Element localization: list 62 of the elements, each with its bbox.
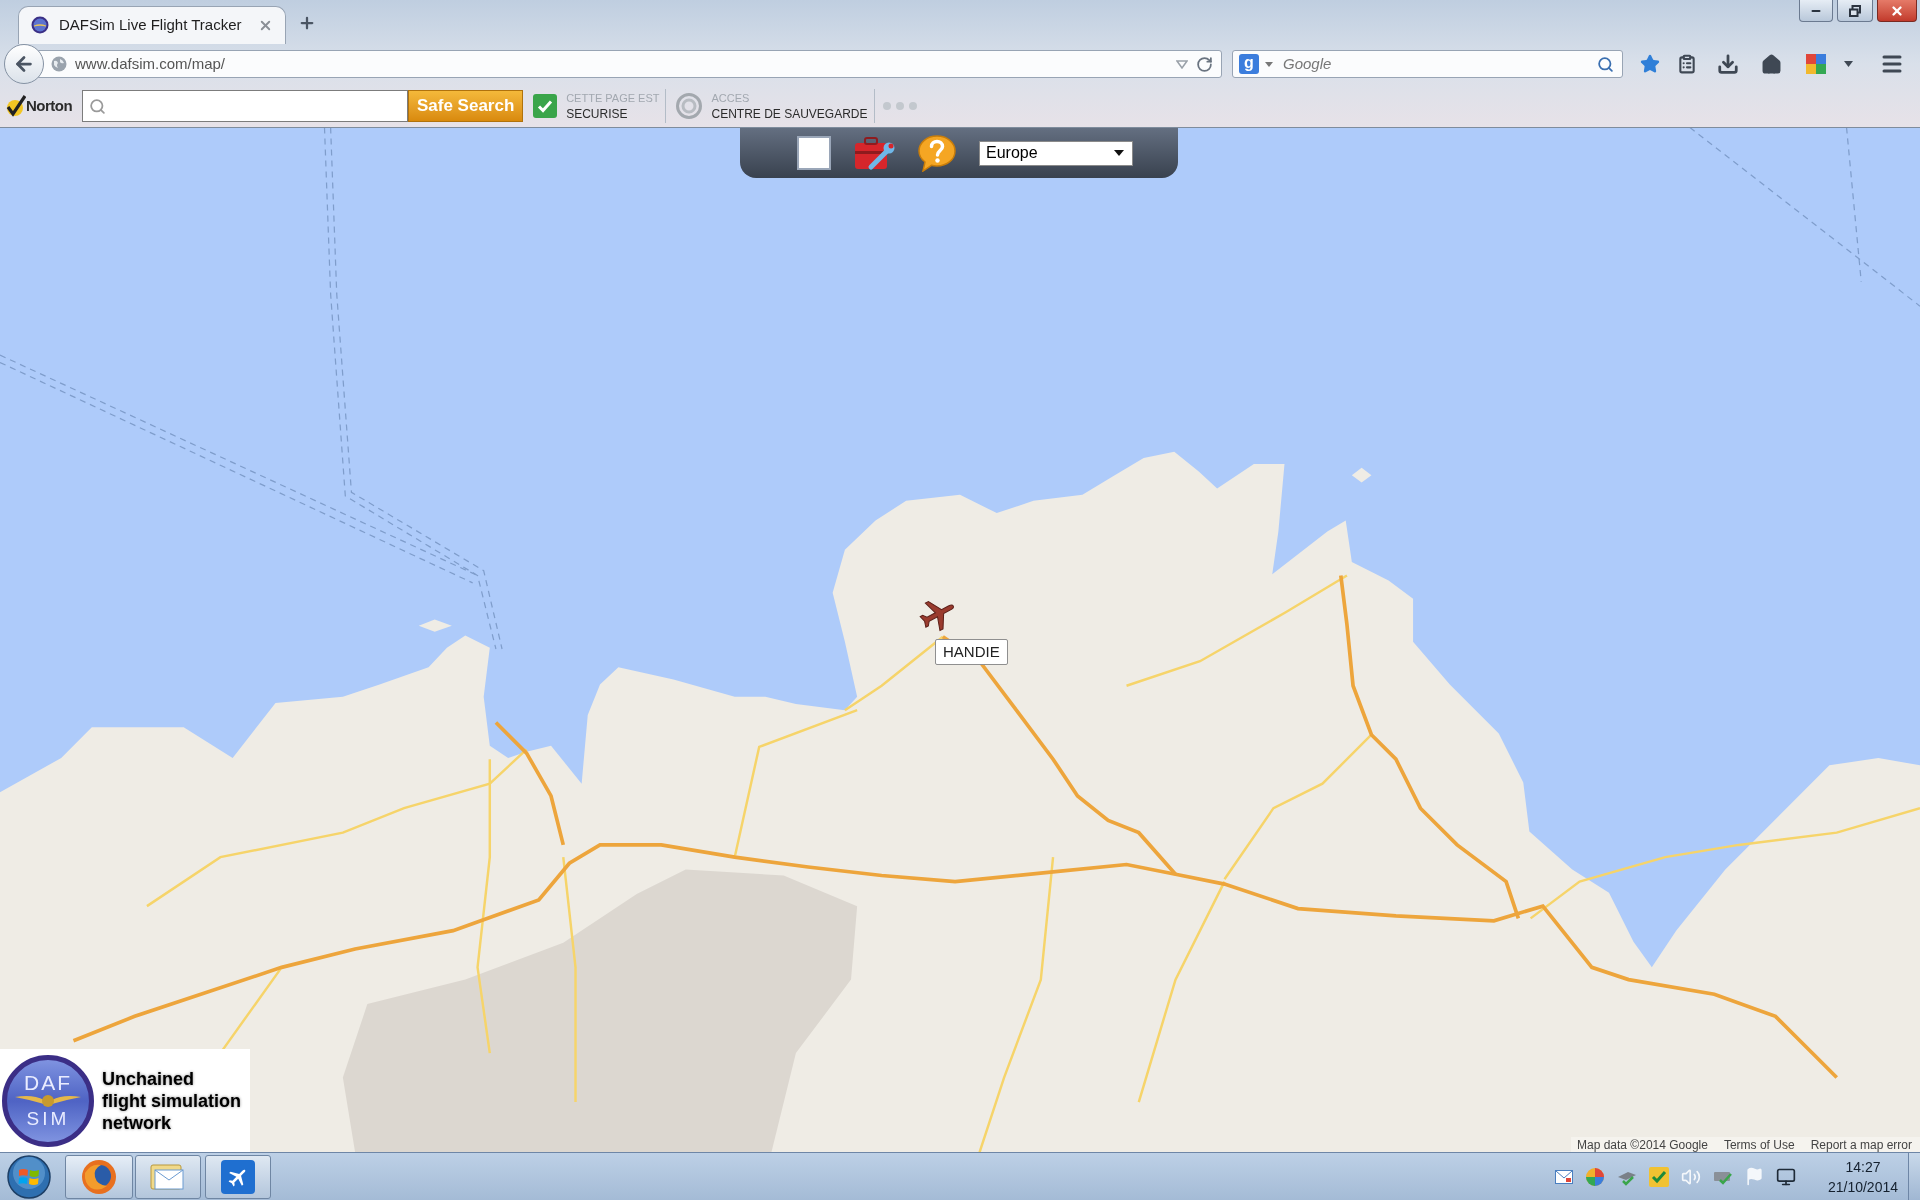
map-data-credit: Map data ©2014 Google: [1577, 1136, 1708, 1152]
square-icon[interactable]: [797, 136, 831, 170]
start-orb-icon[interactable]: [7, 1154, 51, 1199]
folder-envelope-icon: [150, 1161, 186, 1192]
browser-tab[interactable]: DAFSim Live Flight Tracker: [18, 5, 286, 44]
taskbar-button[interactable]: [65, 1154, 133, 1199]
download-icon[interactable]: [1717, 53, 1739, 76]
address-input[interactable]: www.dafsim.com/map/: [75, 53, 1168, 76]
toolbox-icon[interactable]: [853, 135, 895, 171]
region-select[interactable]: Europe: [979, 140, 1133, 166]
status-value[interactable]: CENTRE DE SAUVEGARDE: [711, 106, 868, 123]
show-desktop-button[interactable]: [1908, 1152, 1920, 1200]
emblem-icon: [31, 16, 49, 35]
clipboard-icon[interactable]: [1677, 54, 1697, 75]
dropdown-icon[interactable]: [1176, 60, 1188, 69]
reload-icon[interactable]: [1196, 56, 1213, 73]
search-input[interactable]: Google: [1283, 53, 1591, 76]
address-bar[interactable]: www.dafsim.com/map/: [38, 50, 1222, 79]
monitor-icon[interactable]: [1775, 1166, 1796, 1187]
envelope-icon[interactable]: [1554, 1169, 1573, 1184]
caret-icon: [1114, 150, 1124, 156]
terms-link[interactable]: Terms of Use: [1723, 1135, 1795, 1152]
clock-time[interactable]: 14:27: [1845, 1156, 1881, 1177]
ring-icon: [676, 93, 703, 120]
close-button[interactable]: [1877, 0, 1917, 22]
airplane-icon: [221, 1159, 255, 1194]
restore-icon: [1849, 4, 1861, 17]
report-error-link[interactable]: Report a map error: [1810, 1135, 1912, 1152]
globe-icon: [81, 1158, 117, 1195]
globe-icon: [51, 56, 67, 73]
status-caption: ACCES: [711, 91, 751, 107]
status-value[interactable]: SECURISE: [566, 106, 660, 123]
checkmark-icon: [6, 95, 26, 118]
search-icon: [89, 97, 107, 115]
bookmark-star-icon[interactable]: [1640, 54, 1660, 75]
brand-logo-text: Norton: [26, 95, 73, 116]
status-caption: CETTE PAGE EST: [566, 91, 660, 107]
aircraft-label: HANDIE: [935, 639, 1008, 665]
close-icon: [1890, 3, 1904, 18]
more-dots-icon[interactable]: [882, 102, 917, 111]
engine-logo[interactable]: g: [1239, 54, 1259, 75]
check-tile-icon[interactable]: [1648, 1166, 1669, 1187]
taskbar-button[interactable]: [205, 1154, 271, 1199]
taskbar-button[interactable]: [135, 1154, 201, 1199]
clock-date[interactable]: 21/10/2014: [1827, 1176, 1898, 1197]
wings-icon: [15, 1093, 81, 1108]
check-icon: [533, 94, 558, 119]
minimize-button[interactable]: [1799, 0, 1833, 22]
search-bar[interactable]: g Google: [1232, 50, 1623, 79]
logo-letters: SIM: [26, 1107, 70, 1130]
logo-letters: DAF: [24, 1071, 72, 1094]
logo-tagline: Unchained flight simulation network: [102, 1067, 241, 1134]
caret-icon: [1265, 62, 1273, 67]
quartered-circle-icon[interactable]: [1584, 1166, 1605, 1187]
restore-button[interactable]: [1837, 0, 1873, 22]
back-button[interactable]: [4, 44, 44, 85]
help-icon[interactable]: [917, 134, 957, 172]
home-icon[interactable]: [1761, 54, 1782, 75]
extension-icon[interactable]: [1806, 54, 1826, 75]
search-icon[interactable]: [1597, 56, 1614, 73]
search-field[interactable]: [82, 90, 409, 123]
caret-icon[interactable]: [1844, 61, 1853, 68]
